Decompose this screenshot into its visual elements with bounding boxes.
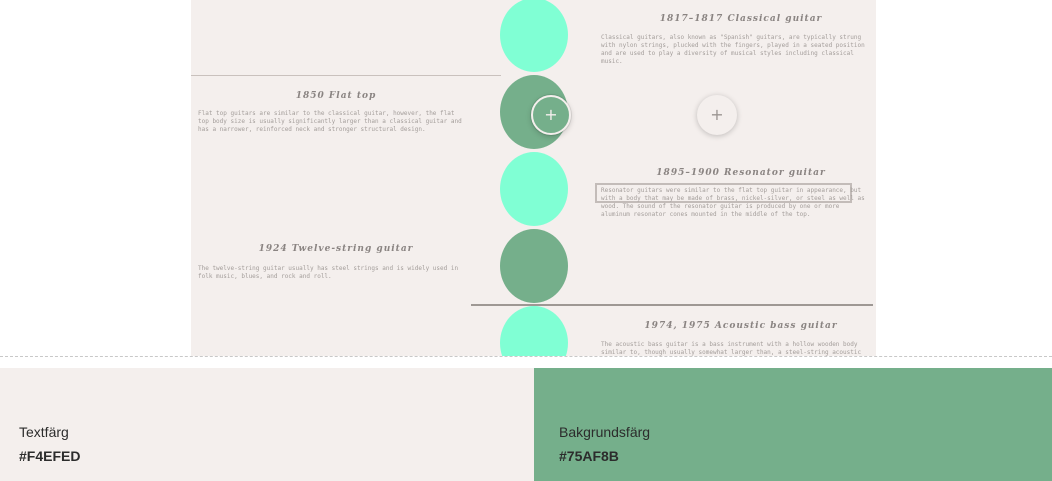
section-divider [0,356,1052,357]
row-divider [191,75,501,76]
text-color-label: Textfärg [19,424,69,440]
timeline-card: + + 1817–1817 Classical guitar Classical… [191,0,876,356]
entry-title: 1974, 1975 Acoustic bass guitar [644,321,838,331]
timeline-preview: + + 1817–1817 Classical guitar Classical… [0,0,1052,356]
plus-icon: + [710,105,724,124]
entry-text: Classical guitars, also known as "Spanis… [601,34,865,65]
entry-text: Resonator guitars were similar to the fl… [601,187,865,218]
entry-title: 1895–1900 Resonator guitar [656,168,826,178]
timeline-node [500,152,568,226]
entry-text: Flat top guitars are similar to the clas… [198,110,462,133]
entry-title: 1850 Flat top [295,91,377,101]
entry-text: The twelve-string guitar usually has ste… [198,265,459,280]
entry-title: 1924 Twelve-string guitar [258,244,414,254]
text-color-swatch: Textfärg #F4EFED [0,368,534,481]
text-color-hex: #F4EFED [19,448,81,464]
background-color-swatch: Bakgrundsfärg #75AF8B [534,368,1052,481]
timeline-node [500,229,568,303]
expand-entry-button-secondary[interactable]: + [697,95,737,135]
entry-title: 1817–1817 Classical guitar [659,14,823,24]
background-color-label: Bakgrundsfärg [559,424,651,440]
background-color-hex: #75AF8B [559,448,619,464]
plus-icon: + [544,105,558,124]
timeline-node [500,306,568,356]
entry-text: The acoustic bass guitar is a bass instr… [601,341,862,356]
timeline-node [500,0,568,72]
expand-entry-button[interactable]: + [531,95,571,135]
